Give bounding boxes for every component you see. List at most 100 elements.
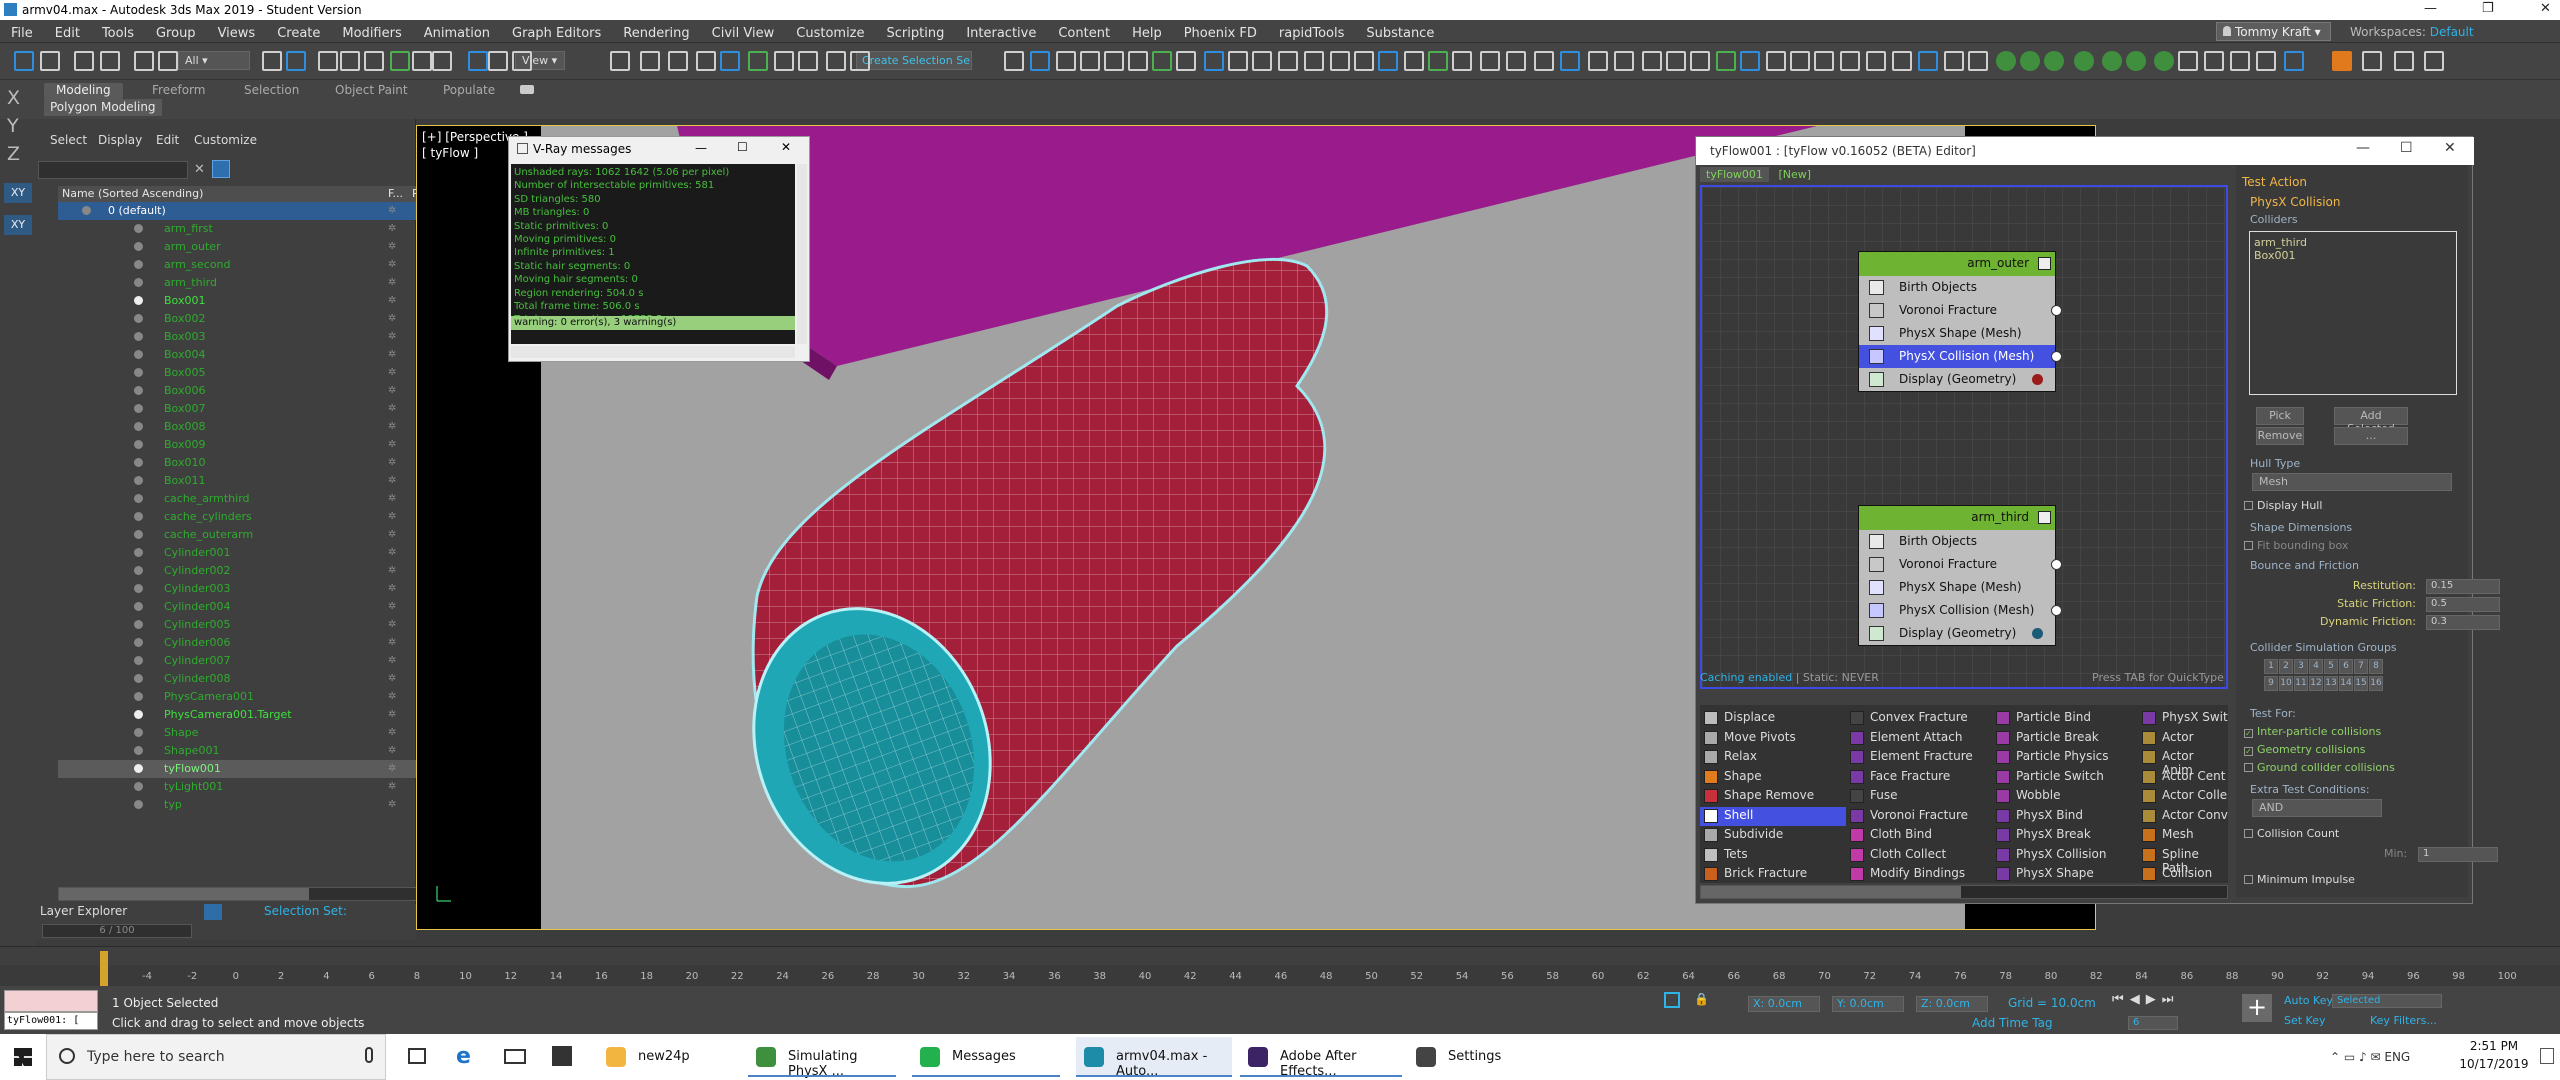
- visibility-eye-icon[interactable]: [134, 566, 143, 575]
- collider-group-12[interactable]: 12: [2309, 676, 2323, 691]
- maxscript-listener-pink[interactable]: [4, 990, 98, 1012]
- scene-row[interactable]: arm_second✲◢: [58, 256, 428, 274]
- min-field[interactable]: 1: [2418, 847, 2498, 862]
- toolbar-tool-icon-27[interactable]: [1004, 51, 1024, 71]
- scene-row[interactable]: Box001✲◢: [58, 292, 428, 310]
- palette-operator[interactable]: Actor Anim: [2138, 748, 2228, 777]
- palette-operator[interactable]: PhysX Shape: [1992, 865, 2138, 884]
- freeze-snowflake-icon[interactable]: ✲: [388, 259, 396, 270]
- toolbar-tool-icon-33[interactable]: [1152, 51, 1172, 71]
- named-selection-set-dropdown[interactable]: Create Selection Se: [856, 51, 972, 70]
- scene-row[interactable]: Shape✲◢: [58, 724, 428, 742]
- toolbar-tool-icon-30[interactable]: [1080, 51, 1100, 71]
- toolbar-tool-icon-47[interactable]: [1506, 51, 1526, 71]
- visibility-eye-icon[interactable]: [134, 512, 143, 521]
- toolbar-tool-icon-75[interactable]: [2230, 51, 2250, 71]
- collider-group-15[interactable]: 15: [2354, 676, 2368, 691]
- palette-operator[interactable]: PhysX Collision: [1992, 846, 2138, 865]
- toolbar-tool-icon-24[interactable]: [798, 51, 818, 71]
- minimize-icon[interactable]: —: [2424, 1, 2437, 16]
- freeze-snowflake-icon[interactable]: ✲: [388, 673, 396, 684]
- palette-operator[interactable]: Particle Bind: [1992, 709, 2138, 728]
- tyflow-tab-new[interactable]: [New]: [1772, 167, 1817, 182]
- task-view-icon[interactable]: [408, 1048, 426, 1064]
- coord-z-field[interactable]: Z: 0.0cm: [1916, 996, 1988, 1012]
- toolbar-tool-icon-44[interactable]: [1428, 51, 1448, 71]
- scene-menu-display[interactable]: Display: [98, 133, 142, 147]
- visibility-eye-icon[interactable]: [82, 206, 91, 215]
- collider-group-7[interactable]: 7: [2354, 659, 2368, 674]
- mail-icon[interactable]: [504, 1049, 526, 1064]
- checkbox-ground[interactable]: Ground collider collisions: [2244, 761, 2395, 774]
- palette-operator[interactable]: Particle Break: [1992, 729, 2138, 748]
- lock-selection-icon[interactable]: 🔒: [1694, 992, 1709, 1006]
- palette-operator[interactable]: Cloth Collect: [1846, 846, 1992, 865]
- scene-row[interactable]: tyLight001✲◢: [58, 778, 428, 796]
- toolbar-tool-icon-19[interactable]: [668, 51, 688, 71]
- fit-bbox-checkbox[interactable]: Fit bounding box: [2244, 539, 2348, 552]
- collider-group-4[interactable]: 4: [2309, 659, 2323, 674]
- toolbar-tool-icon-23[interactable]: [774, 51, 794, 71]
- toolbar-tool-icon-3[interactable]: [100, 51, 120, 71]
- palette-operator[interactable]: PhysX Swit: [2138, 709, 2228, 728]
- freeze-snowflake-icon[interactable]: ✲: [388, 331, 396, 342]
- visibility-eye-icon[interactable]: [134, 620, 143, 629]
- freeze-snowflake-icon[interactable]: ✲: [388, 277, 396, 288]
- toolbar-tool-icon-59[interactable]: [1814, 51, 1834, 71]
- ribbon-tab-freeform[interactable]: Freeform: [140, 83, 217, 99]
- field-restitution-v[interactable]: 0.15: [2426, 579, 2500, 594]
- visibility-eye-icon[interactable]: [134, 332, 143, 341]
- ribbon-toggle-icon[interactable]: [520, 85, 534, 94]
- taskbar-app[interactable]: new24p: [598, 1037, 718, 1077]
- palette-operator[interactable]: Particle Physics: [1992, 748, 2138, 767]
- node-header[interactable]: arm_outer: [1859, 252, 2055, 276]
- menu-civil-view[interactable]: Civil View: [701, 22, 786, 41]
- collider-group-6[interactable]: 6: [2339, 659, 2353, 674]
- toolbar-tool-icon-10[interactable]: [364, 51, 384, 71]
- palette-operator[interactable]: PhysX Bind: [1992, 807, 2138, 826]
- toolbar-tool-icon-65[interactable]: [1968, 51, 1988, 71]
- toolbar-tool-icon-26[interactable]: [850, 51, 870, 71]
- menu-scripting[interactable]: Scripting: [876, 22, 956, 41]
- palette-operator[interactable]: Spline Path: [2138, 846, 2228, 875]
- store-icon[interactable]: [552, 1046, 572, 1066]
- layer-icon[interactable]: [204, 904, 222, 920]
- menu-customize[interactable]: Customize: [785, 22, 875, 41]
- visibility-eye-icon[interactable]: [134, 242, 143, 251]
- menu-rendering[interactable]: Rendering: [612, 22, 700, 41]
- clock-date[interactable]: 10/17/2019: [2452, 1057, 2536, 1071]
- collider-group-14[interactable]: 14: [2339, 676, 2353, 691]
- polygon-modeling-tab[interactable]: Polygon Modeling: [44, 99, 162, 116]
- user-account-dropdown[interactable]: Tommy Kraft ▾: [2216, 22, 2331, 41]
- xy-plane-button-2[interactable]: XY: [4, 215, 32, 235]
- visibility-eye-icon[interactable]: [134, 494, 143, 503]
- toolbar-tool-icon-79[interactable]: [2362, 51, 2382, 71]
- freeze-snowflake-icon[interactable]: ✲: [388, 385, 396, 396]
- freeze-snowflake-icon[interactable]: ✲: [388, 367, 396, 378]
- palette-operator[interactable]: Actor Colle: [2138, 787, 2228, 806]
- collider-group-2[interactable]: 2: [2279, 659, 2293, 674]
- toolbar-tool-icon-64[interactable]: [1944, 51, 1964, 71]
- scene-row[interactable]: Cylinder006✲◢: [58, 634, 428, 652]
- palette-scrollbar[interactable]: [1700, 885, 2228, 899]
- and-dropdown[interactable]: AND: [2252, 799, 2382, 817]
- tyflow-close-icon[interactable]: ✕: [2444, 140, 2456, 156]
- freeze-snowflake-icon[interactable]: ✲: [388, 583, 396, 594]
- visibility-eye-icon[interactable]: [134, 548, 143, 557]
- collider-group-13[interactable]: 13: [2324, 676, 2338, 691]
- tyflow-maximize-icon[interactable]: ☐: [2400, 140, 2413, 156]
- toolbar-tool-icon-56[interactable]: [1740, 51, 1760, 71]
- scene-row[interactable]: PhysCamera001.Target✲◢: [58, 706, 428, 724]
- scene-row[interactable]: PhysCamera001✲◢: [58, 688, 428, 706]
- toolbar-tool-icon-41[interactable]: [1354, 51, 1374, 71]
- menu-help[interactable]: Help: [1121, 22, 1173, 41]
- visibility-eye-icon[interactable]: [134, 422, 143, 431]
- clock-time[interactable]: 2:51 PM: [2464, 1039, 2524, 1053]
- freeze-snowflake-icon[interactable]: ✲: [388, 313, 396, 324]
- toolbar-tool-icon-21[interactable]: [720, 51, 740, 71]
- toolbar-tool-icon-76[interactable]: [2256, 51, 2276, 71]
- remove-button[interactable]: Remove: [2256, 427, 2304, 445]
- scene-row[interactable]: Cylinder004✲◢: [58, 598, 428, 616]
- toolbar-tool-icon-68[interactable]: [2044, 51, 2064, 71]
- visibility-eye-icon[interactable]: [134, 584, 143, 593]
